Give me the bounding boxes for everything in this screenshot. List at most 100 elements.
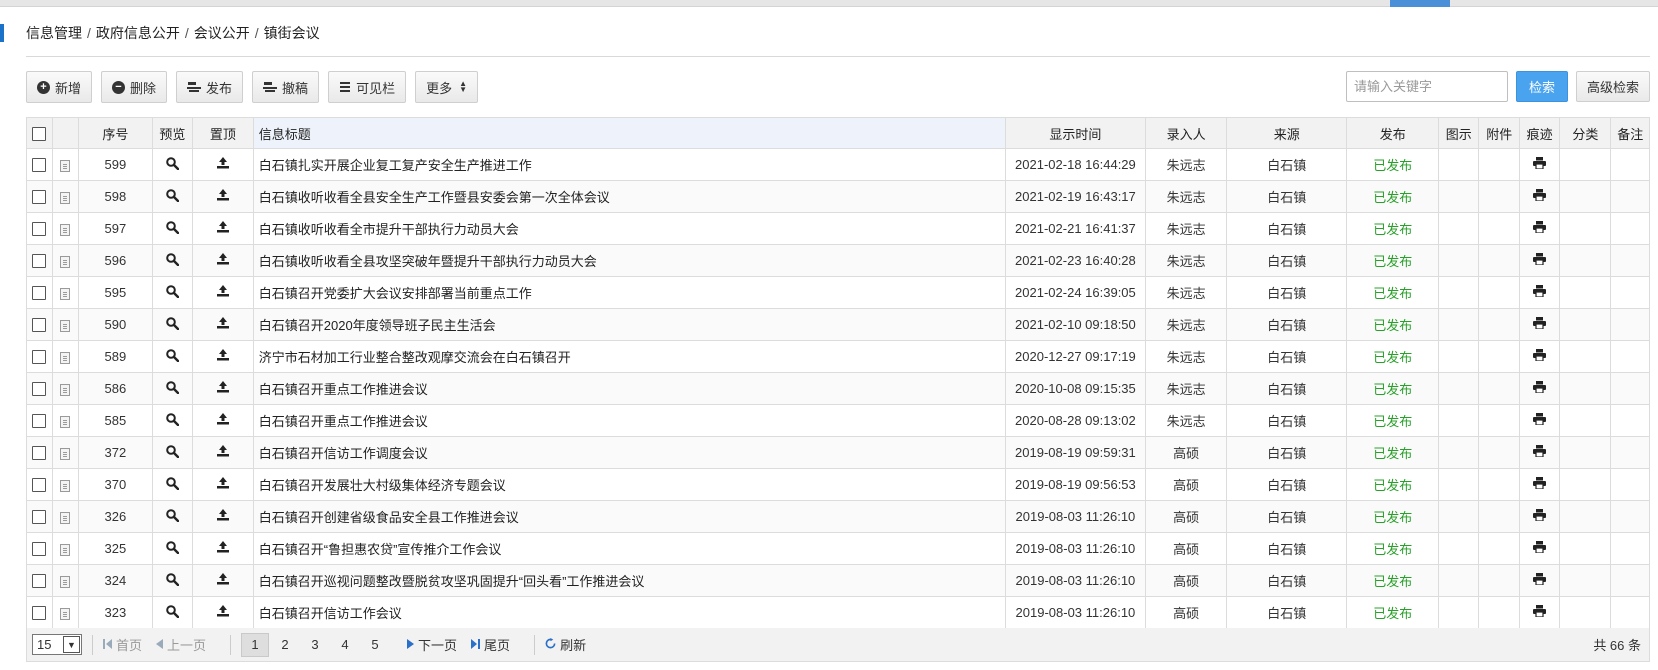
row-title[interactable]: 白石镇召开2020年度领导班子民主生活会 xyxy=(252,308,1006,341)
pin-to-top-icon[interactable] xyxy=(216,189,230,204)
table-row[interactable]: 323 白石镇召开信访工作会议 2019-08-03 11:26:10 高硕 白石镇 已发… xyxy=(26,596,1650,629)
table-row[interactable]: 372 白石镇召开信访工作调度会议 2019-08-19 09:59:31 高硕 白石镇… xyxy=(26,436,1650,469)
first-page-button[interactable]: 首页 xyxy=(103,635,142,654)
refresh-button[interactable]: 刷新 xyxy=(545,635,586,654)
row-title[interactable]: 白石镇召开信访工作会议 xyxy=(252,596,1006,629)
printer-icon[interactable] xyxy=(1533,509,1547,524)
row-status[interactable]: 已发布 xyxy=(1346,372,1440,405)
visible-columns-button[interactable]: 可见栏 xyxy=(328,71,407,103)
preview-magnifier-icon[interactable] xyxy=(166,380,180,397)
header-seq[interactable]: 序号 xyxy=(78,117,153,149)
page-number-5[interactable]: 5 xyxy=(361,633,389,657)
row-checkbox[interactable] xyxy=(32,414,47,429)
row-title[interactable]: 白石镇召开重点工作推进会议 xyxy=(252,404,1006,437)
table-row[interactable]: 586 白石镇召开重点工作推进会议 2020-10-08 09:15:35 朱远志 白石… xyxy=(26,372,1650,405)
printer-icon[interactable] xyxy=(1533,253,1547,268)
table-row[interactable]: 595 白石镇召开党委扩大会议安排部署当前重点工作 2021-02-24 16:39… xyxy=(26,276,1650,309)
preview-magnifier-icon[interactable] xyxy=(166,572,180,589)
page-number-2[interactable]: 2 xyxy=(271,633,299,657)
row-status[interactable]: 已发布 xyxy=(1346,276,1440,309)
pin-to-top-icon[interactable] xyxy=(216,157,230,172)
table-row[interactable]: 370 白石镇召开发展壮大村级集体经济专题会议 2019-08-19 09:56:5… xyxy=(26,468,1650,501)
pin-to-top-icon[interactable] xyxy=(216,605,230,620)
row-status[interactable]: 已发布 xyxy=(1346,468,1440,501)
row-title[interactable]: 白石镇召开重点工作推进会议 xyxy=(252,372,1006,405)
pin-to-top-icon[interactable] xyxy=(216,317,230,332)
table-row[interactable]: 596 白石镇收听收看全县攻坚突破年暨提升干部执行力动员大会 2021-02-23 … xyxy=(26,244,1650,277)
search-input[interactable] xyxy=(1345,71,1508,102)
header-title[interactable]: 信息标题 xyxy=(252,117,1006,149)
row-title[interactable]: 白石镇召开巡视问题整改暨脱贫攻坚巩固提升“回头看”工作推进会议 xyxy=(252,564,1006,597)
row-checkbox[interactable] xyxy=(32,510,47,525)
last-page-button[interactable]: 尾页 xyxy=(471,635,510,654)
page-size-select[interactable]: 15 ▼ xyxy=(32,634,82,655)
row-status[interactable]: 已发布 xyxy=(1346,148,1440,181)
preview-magnifier-icon[interactable] xyxy=(166,476,180,493)
row-title[interactable]: 白石镇收听收看全县攻坚突破年暨提升干部执行力动员大会 xyxy=(252,244,1006,277)
printer-icon[interactable] xyxy=(1533,285,1547,300)
table-row[interactable]: 325 白石镇召开“鲁担惠农贷”宣传推介工作会议 2019-08-03 11:26:… xyxy=(26,532,1650,565)
printer-icon[interactable] xyxy=(1533,541,1547,556)
more-dropdown-button[interactable]: 更多 ▲ ▼ xyxy=(415,71,479,103)
printer-icon[interactable] xyxy=(1533,573,1547,588)
table-row[interactable]: 585 白石镇召开重点工作推进会议 2020-08-28 09:13:02 朱远志 白石… xyxy=(26,404,1650,437)
table-row[interactable]: 598 白石镇收听收看全县安全生产工作暨县安委会第一次全体会议 2021-02-19… xyxy=(26,180,1650,213)
row-status[interactable]: 已发布 xyxy=(1346,244,1440,277)
preview-magnifier-icon[interactable] xyxy=(166,508,180,525)
row-checkbox[interactable] xyxy=(32,318,47,333)
table-row[interactable]: 589 济宁市石材加工行业整合整改观摩交流会在白石镇召开 2020-12-27 09… xyxy=(26,340,1650,373)
preview-magnifier-icon[interactable] xyxy=(166,316,180,333)
withdraw-button[interactable]: 撤稿 xyxy=(252,71,320,103)
row-status[interactable]: 已发布 xyxy=(1346,596,1440,629)
row-status[interactable]: 已发布 xyxy=(1346,180,1440,213)
pin-to-top-icon[interactable] xyxy=(216,541,230,556)
row-checkbox[interactable] xyxy=(32,542,47,557)
row-checkbox[interactable] xyxy=(32,574,47,589)
add-button[interactable]: + 新增 xyxy=(26,71,93,103)
breadcrumb-item-meetings[interactable]: 会议公开 xyxy=(194,23,250,43)
row-title[interactable]: 白石镇召开“鲁担惠农贷”宣传推介工作会议 xyxy=(252,532,1006,565)
row-checkbox[interactable] xyxy=(32,382,47,397)
pin-to-top-icon[interactable] xyxy=(216,573,230,588)
row-status[interactable]: 已发布 xyxy=(1346,436,1440,469)
pin-to-top-icon[interactable] xyxy=(216,381,230,396)
row-title[interactable]: 济宁市石材加工行业整合整改观摩交流会在白石镇召开 xyxy=(252,340,1006,373)
row-checkbox[interactable] xyxy=(32,478,47,493)
row-checkbox[interactable] xyxy=(32,446,47,461)
preview-magnifier-icon[interactable] xyxy=(166,412,180,429)
pin-to-top-icon[interactable] xyxy=(216,413,230,428)
select-all-checkbox[interactable] xyxy=(32,126,47,141)
pin-to-top-icon[interactable] xyxy=(216,253,230,268)
prev-page-button[interactable]: 上一页 xyxy=(156,635,206,654)
preview-magnifier-icon[interactable] xyxy=(166,348,180,365)
pin-to-top-icon[interactable] xyxy=(216,477,230,492)
breadcrumb-item-gov-info[interactable]: 政府信息公开 xyxy=(96,23,180,43)
row-title[interactable]: 白石镇收听收看全市提升干部执行力动员大会 xyxy=(252,212,1006,245)
printer-icon[interactable] xyxy=(1533,445,1547,460)
page-number-4[interactable]: 4 xyxy=(331,633,359,657)
row-status[interactable]: 已发布 xyxy=(1346,212,1440,245)
header-publish[interactable]: 发布 xyxy=(1346,117,1440,149)
printer-icon[interactable] xyxy=(1533,477,1547,492)
preview-magnifier-icon[interactable] xyxy=(166,604,180,621)
pin-to-top-icon[interactable] xyxy=(216,509,230,524)
printer-icon[interactable] xyxy=(1533,221,1547,236)
row-status[interactable]: 已发布 xyxy=(1346,500,1440,533)
row-checkbox[interactable] xyxy=(32,254,47,269)
preview-magnifier-icon[interactable] xyxy=(166,188,180,205)
preview-magnifier-icon[interactable] xyxy=(166,540,180,557)
printer-icon[interactable] xyxy=(1533,189,1547,204)
row-checkbox[interactable] xyxy=(32,606,47,621)
pin-to-top-icon[interactable] xyxy=(216,221,230,236)
row-checkbox[interactable] xyxy=(32,222,47,237)
row-checkbox[interactable] xyxy=(32,190,47,205)
row-status[interactable]: 已发布 xyxy=(1346,308,1440,341)
delete-button[interactable]: − 删除 xyxy=(101,71,168,103)
search-button[interactable]: 检索 xyxy=(1515,71,1568,102)
row-checkbox[interactable] xyxy=(32,350,47,365)
row-checkbox[interactable] xyxy=(32,158,47,173)
printer-icon[interactable] xyxy=(1533,605,1547,620)
publish-button[interactable]: 发布 xyxy=(176,71,244,103)
table-row[interactable]: 599 白石镇扎实开展企业复工复产安全生产推进工作 2021-02-18 16:44… xyxy=(26,148,1650,181)
row-checkbox[interactable] xyxy=(32,286,47,301)
